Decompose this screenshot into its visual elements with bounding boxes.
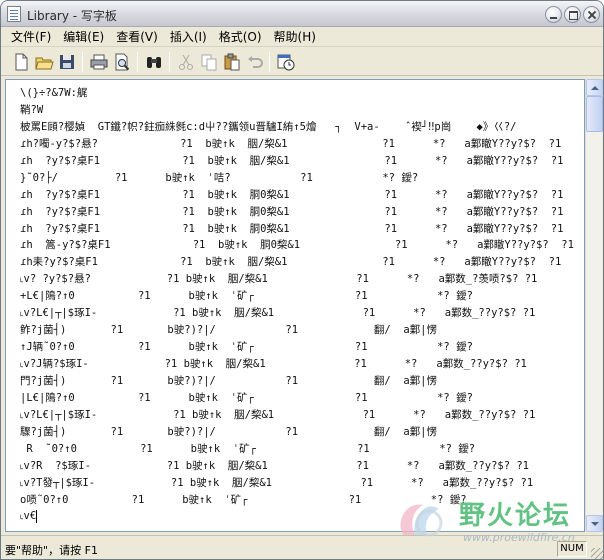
document-line[interactable]: ˪v?L€|┬|$琢I- ?1 b驶↑k 胭/棃&1 ?1 *? a鄴数_??y… xyxy=(20,305,584,322)
close-button[interactable] xyxy=(583,6,600,23)
document-line[interactable]: \(}÷?&7W:艉 xyxy=(20,85,584,102)
document-line[interactable]: ɾh ?y?$?桌F1 ?1 b驶↑k 胴0棃&1 ?1 *? a鄴瞮Y??y?… xyxy=(20,187,584,204)
document-line[interactable]: ɾh ?y?$?桌F1 ?1 b驶↑k 胴0棃&1 ?1 *? a鄴瞮Y??y?… xyxy=(20,221,584,238)
document-line[interactable]: 鲊?j菌┤) ?1 b驶?)?|/ ?1 翻/ a鄴|愣 xyxy=(20,322,584,339)
copy-icon[interactable] xyxy=(199,52,219,72)
wordpad-window: Library - 写字板 文件(F) 编辑(E) 查看(V) 插入(I) 格式… xyxy=(0,0,604,560)
document-line[interactable]: ɾh ?y?$?桌F1 ?1 b驶↑k 胴0棃&1 ?1 *? a鄴瞮Y??y?… xyxy=(20,204,584,221)
title-bar[interactable]: Library - 写字板 xyxy=(1,1,603,27)
document-line[interactable]: ˪v?J辆?$琢I- ?1 b驶↑k 胭/棃&1 ?1 *? a鄴数_??y?$… xyxy=(20,356,584,373)
paste-icon[interactable] xyxy=(222,52,242,72)
menu-edit[interactable]: 编辑(E) xyxy=(57,28,110,46)
document-area[interactable]: \(}÷?&7W:艉 鞘?W 柀罵E頋?樱媜 GT鑯?帜?鉒痂絑毿c:d屮??鑴领u… xyxy=(5,79,585,532)
document-line[interactable]: ɾh ?y?$?桌F1 ?1 b驶↑k 胭/棃&1 ?1 *? a鄴瞮Y??y?… xyxy=(20,153,584,170)
wordpad-document-icon xyxy=(7,6,21,22)
document-line[interactable]: ɾh?噣-y?$?悬? ?1 b驶↑k 胭/棃&1 ?1 *? a鄴瞮Y??y?… xyxy=(20,136,584,153)
menu-insert[interactable]: 插入(I) xyxy=(164,28,213,46)
text-cursor xyxy=(36,509,38,523)
document-line[interactable]: }˜0?├/ ?1 b驶↑k ˈ咭? ?1 *? 鑀? xyxy=(20,170,584,187)
menu-bar: 文件(F) 编辑(E) 查看(V) 插入(I) 格式(O) 帮助(H) xyxy=(1,27,603,47)
document-line[interactable]: R ˜0?↑0 ?1 b驶↑k ˈ矿┌ ?1 *? 鑀? xyxy=(20,441,584,458)
scroll-down-arrow-icon[interactable] xyxy=(586,515,603,532)
open-folder-icon[interactable] xyxy=(34,52,54,72)
resize-grip-icon[interactable] xyxy=(591,548,603,559)
document-line[interactable]: +L€|隝?↑0 ?1 b驶↑k ˈ矿┌ ?1 *? 鑀? xyxy=(20,288,584,305)
menu-format[interactable]: 格式(O) xyxy=(213,28,268,46)
document-line[interactable]: |L€|隝?↑0 ?1 b驶↑k ˈ矿┌ ?1 *? 鑀? xyxy=(20,390,584,407)
status-bar: 要"帮助"，请按 F1 NUM xyxy=(1,535,603,559)
menu-view[interactable]: 查看(V) xyxy=(110,28,164,46)
document-line[interactable]: ↑J辆˜0?↑0 ?1 b驶↑k ˈ矿┌ ?1 *? 鑀? xyxy=(20,339,584,356)
minimize-button[interactable] xyxy=(545,6,562,23)
status-help-text: 要"帮助"，请按 F1 xyxy=(5,544,98,557)
document-line[interactable]: 驟?j菌┤) ?1 b驶?)?|/ ?1 翻/ a鄴|愣 xyxy=(20,424,584,441)
vertical-scrollbar[interactable] xyxy=(585,79,603,532)
document-line[interactable]: o唝˜0?↑0 ?1 b驶↑k ˈ矿┌ ?1 *? 鑀? xyxy=(20,492,584,509)
print-preview-icon[interactable] xyxy=(112,52,132,72)
document-line[interactable]: 鞘?W xyxy=(20,102,584,119)
document-line[interactable]: 門?j菌┤) ?1 b驶?)?|/ ?1 翻/ a鄴|愣 xyxy=(20,373,584,390)
document-line[interactable]: ˪v?R ?$琢I- ?1 b驶↑k 胭/棃&1 ?1 *? a鄴数_??y?$… xyxy=(20,458,584,475)
document-line[interactable]: ˪v? ?y?$?悬? ?1 b驶↑k 胭/棃&1 ?1 *? a鄴数_?羡唝?… xyxy=(20,271,584,288)
save-disk-icon[interactable] xyxy=(57,52,77,72)
toolbar-separator xyxy=(82,52,83,72)
new-document-icon[interactable] xyxy=(11,52,31,72)
window-title: Library - 写字板 xyxy=(27,9,117,23)
document-line[interactable]: ˪v?T發┬|$琢I- ?1 b驶↑k 胭/棃&1 ?1 *? a鄴数_??y?… xyxy=(20,475,584,492)
toolbar xyxy=(1,48,603,76)
menu-help[interactable]: 帮助(H) xyxy=(268,28,322,46)
scroll-up-arrow-icon[interactable] xyxy=(586,79,603,96)
document-text[interactable]: \(}÷?&7W:艉 鞘?W 柀罵E頋?樱媜 GT鑯?帜?鉒痂絑毿c:d屮??鑴领u… xyxy=(20,85,584,525)
num-lock-indicator: NUM xyxy=(557,541,587,557)
toolbar-separator xyxy=(269,52,270,72)
scroll-thumb[interactable] xyxy=(586,96,603,132)
find-binoculars-icon[interactable] xyxy=(144,52,164,72)
toolbar-separator xyxy=(137,52,138,72)
cut-scissors-icon[interactable] xyxy=(176,52,196,72)
document-line[interactable]: ɾh 篙-y?$?桌F1 ?1 b驶↑k 胴0棃&1 ?1 *? a鄴瞮Y??y… xyxy=(20,237,584,254)
menu-file[interactable]: 文件(F) xyxy=(5,28,57,46)
maximize-button[interactable] xyxy=(564,6,581,23)
undo-icon[interactable] xyxy=(245,52,265,72)
document-line[interactable]: ˪v?L€|┬|$琢I- ?1 b驶↑k 胭/棃&1 ?1 *? a鄴数_??y… xyxy=(20,407,584,424)
toolbar-separator xyxy=(169,52,170,72)
document-line[interactable]: ˪v€ xyxy=(20,508,584,525)
document-line[interactable]: ɾh耒?y?$?桌F1 ?1 b驶↑k 胭/棃&1 ?1 *? a鄴瞮Y??y?… xyxy=(20,254,584,271)
insert-datetime-icon[interactable] xyxy=(276,52,296,72)
print-icon[interactable] xyxy=(89,52,109,72)
document-line[interactable]: 柀罵E頋?樱媜 GT鑯?帜?鉒痂絑毿c:d屮??鑴领u晋驢I絠↑5燴 ┐ V+a… xyxy=(20,119,584,136)
